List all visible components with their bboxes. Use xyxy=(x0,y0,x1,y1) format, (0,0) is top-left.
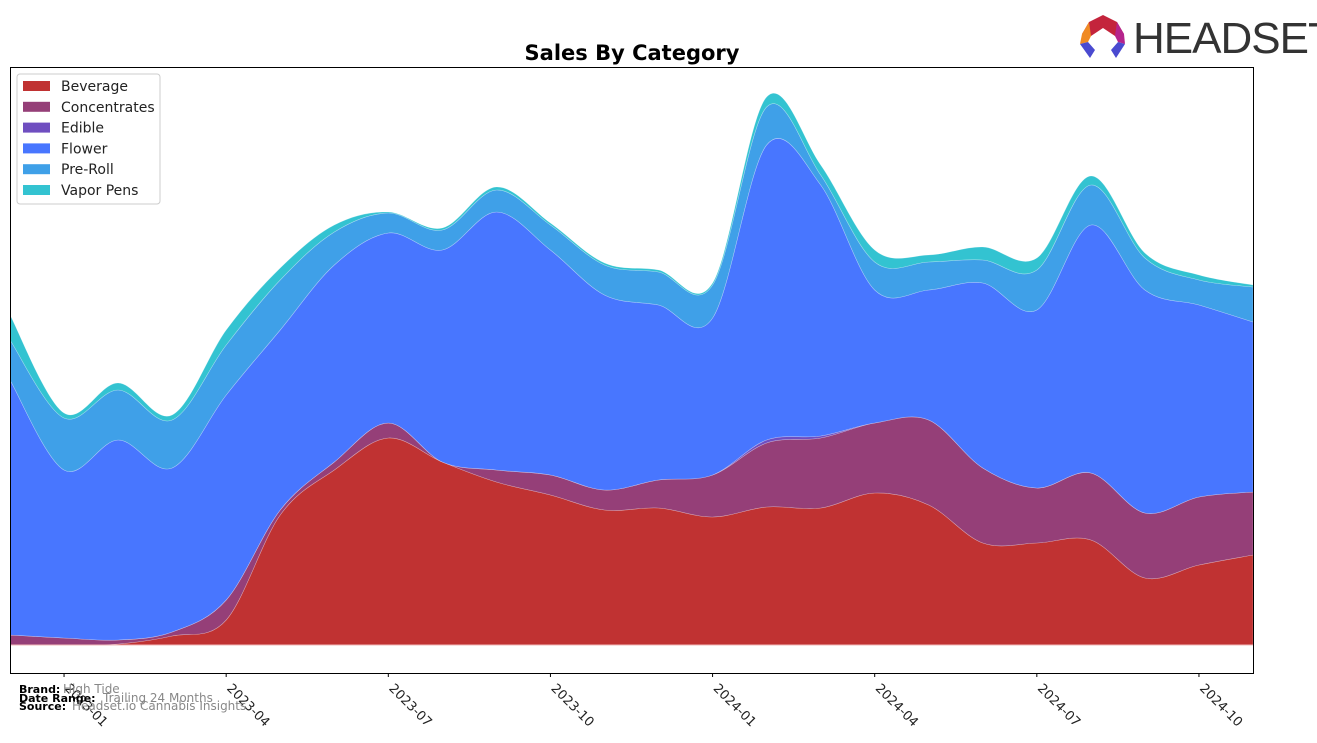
legend-swatch-concentrates xyxy=(23,101,50,112)
legend-swatch-flower xyxy=(23,143,50,154)
legend-label-concentrates: Concentrates xyxy=(61,100,155,116)
x-tick-label: 2024-01 xyxy=(710,681,759,730)
legend: Beverage Concentrates Edible Flower Pre-Roll… xyxy=(16,73,161,205)
legend-swatch-pre-roll xyxy=(23,164,50,175)
legend-label-edible: Edible xyxy=(61,121,104,137)
legend-label-vapor-pens: Vapor Pens xyxy=(61,183,138,199)
chart-title: Sales By Category xyxy=(525,41,740,65)
headset-logo-icon xyxy=(1080,15,1125,58)
footer-source-label: Source: xyxy=(19,700,66,713)
legend-label-pre-roll: Pre-Roll xyxy=(61,162,114,178)
headset-logo-text: HEADSET xyxy=(1133,14,1317,63)
footer-source-value: Headset.io Cannabis Insights xyxy=(72,699,246,713)
legend-label-beverage: Beverage xyxy=(61,79,128,95)
legend-swatch-vapor-pens xyxy=(23,185,50,195)
x-tick-label: 2024-07 xyxy=(1034,681,1083,730)
sales-by-category-chart: Sales By Category HEADSET 2023-01 2023-04… xyxy=(9,14,1317,730)
legend-swatch-edible xyxy=(23,122,50,133)
headset-logo: HEADSET xyxy=(1080,14,1317,63)
x-tick-label: 2024-04 xyxy=(872,681,921,730)
x-tick-label: 2024-10 xyxy=(1196,681,1245,730)
x-tick-label: 2023-10 xyxy=(548,681,597,730)
x-tick-label: 2023-07 xyxy=(385,681,434,730)
legend-swatch-beverage xyxy=(23,81,50,91)
footer-info: Brand: High Tide Date Range: Trailing 24… xyxy=(19,682,246,713)
area-series-group xyxy=(9,93,1254,646)
legend-label-flower: Flower xyxy=(61,141,108,157)
